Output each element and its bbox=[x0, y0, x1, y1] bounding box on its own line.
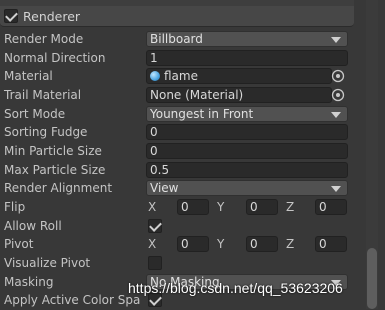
flip-z-input[interactable]: 0 bbox=[315, 199, 347, 215]
material-value: flame bbox=[164, 69, 198, 83]
flip-row: Flip X 0 Y 0 Z 0 bbox=[0, 199, 354, 217]
pivot-label: Pivot bbox=[4, 237, 34, 251]
chevron-down-icon bbox=[331, 186, 341, 192]
sort-mode-row: Sort Mode Youngest in Front bbox=[0, 106, 354, 124]
max-particle-size-input[interactable]: 0.5 bbox=[146, 162, 348, 178]
pivot-z-input[interactable]: 0 bbox=[315, 236, 347, 252]
material-row: Material flame bbox=[0, 68, 354, 86]
section-title: Renderer bbox=[23, 8, 81, 24]
flip-y-label: Y bbox=[217, 200, 225, 214]
normal-direction-input[interactable]: 1 bbox=[146, 50, 348, 66]
sort-mode-label: Sort Mode bbox=[4, 107, 66, 121]
render-mode-value: Billboard bbox=[150, 32, 203, 46]
render-alignment-label: Render Alignment bbox=[4, 181, 113, 195]
sorting-fudge-input[interactable]: 0 bbox=[146, 124, 348, 140]
scrollbar-thumb[interactable] bbox=[367, 248, 377, 309]
renderer-enabled-checkbox[interactable] bbox=[4, 9, 18, 23]
render-mode-dropdown[interactable]: Billboard bbox=[146, 31, 348, 47]
min-particle-size-row: Min Particle Size 0 bbox=[0, 143, 354, 161]
material-label: Material bbox=[4, 69, 53, 83]
object-picker-icon[interactable] bbox=[331, 69, 345, 83]
masking-label: Masking bbox=[4, 275, 54, 289]
normal-direction-label: Normal Direction bbox=[4, 51, 106, 65]
allow-roll-checkbox[interactable] bbox=[148, 219, 162, 233]
max-particle-size-label: Max Particle Size bbox=[4, 163, 106, 177]
render-alignment-dropdown[interactable]: View bbox=[146, 180, 348, 196]
sort-mode-value: Youngest in Front bbox=[150, 107, 254, 121]
pivot-y-label: Y bbox=[217, 237, 225, 251]
max-particle-size-row: Max Particle Size 0.5 bbox=[0, 162, 354, 180]
render-alignment-row: Render Alignment View bbox=[0, 180, 354, 198]
apply-active-color-space-label: Apply Active Color Spa bbox=[4, 293, 141, 307]
material-field[interactable]: flame bbox=[146, 68, 332, 84]
sorting-fudge-row: Sorting Fudge 0 bbox=[0, 124, 354, 142]
trail-material-row: Trail Material None (Material) bbox=[0, 87, 354, 105]
pivot-row: Pivot X 0 Y 0 Z 0 bbox=[0, 236, 354, 254]
pivot-x-label: X bbox=[148, 237, 157, 251]
trail-material-field[interactable]: None (Material) bbox=[146, 87, 332, 103]
min-particle-size-label: Min Particle Size bbox=[4, 144, 102, 158]
visualize-pivot-row: Visualize Pivot bbox=[0, 255, 354, 273]
renderer-section-header[interactable]: Renderer bbox=[0, 6, 354, 27]
object-picker-icon[interactable] bbox=[331, 88, 345, 102]
sort-mode-dropdown[interactable]: Youngest in Front bbox=[146, 106, 348, 122]
material-sphere-icon bbox=[150, 71, 160, 81]
chevron-down-icon bbox=[331, 37, 341, 43]
render-mode-label: Render Mode bbox=[4, 32, 84, 46]
allow-roll-row: Allow Roll bbox=[0, 218, 354, 236]
pivot-y-input[interactable]: 0 bbox=[246, 236, 278, 252]
render-mode-row: Render Mode Billboard bbox=[0, 31, 354, 49]
watermark-text: https://blog.csdn.net/qq_53623206 bbox=[128, 280, 343, 296]
normal-direction-row: Normal Direction 1 bbox=[0, 50, 354, 68]
min-particle-size-input[interactable]: 0 bbox=[146, 143, 348, 159]
allow-roll-label: Allow Roll bbox=[4, 219, 62, 233]
sorting-fudge-label: Sorting Fudge bbox=[4, 125, 88, 139]
visualize-pivot-label: Visualize Pivot bbox=[4, 256, 91, 270]
visualize-pivot-checkbox[interactable] bbox=[148, 256, 162, 270]
flip-label: Flip bbox=[4, 200, 26, 214]
chevron-down-icon bbox=[331, 112, 341, 118]
flip-y-input[interactable]: 0 bbox=[246, 199, 278, 215]
vertical-scrollbar[interactable] bbox=[366, 0, 378, 309]
pivot-x-input[interactable]: 0 bbox=[177, 236, 209, 252]
flip-x-label: X bbox=[148, 200, 157, 214]
pivot-z-label: Z bbox=[286, 237, 295, 251]
flip-z-label: Z bbox=[286, 200, 295, 214]
trail-material-label: Trail Material bbox=[4, 88, 82, 102]
flip-x-input[interactable]: 0 bbox=[177, 199, 209, 215]
render-alignment-value: View bbox=[150, 181, 179, 195]
